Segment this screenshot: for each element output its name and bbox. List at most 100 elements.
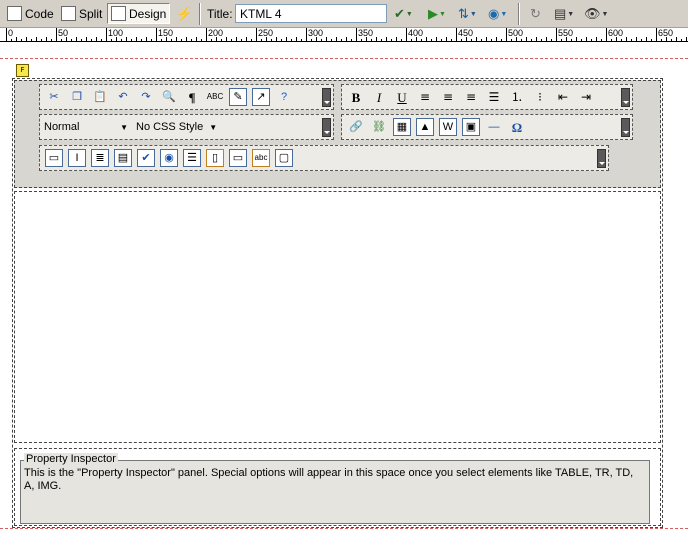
title-input[interactable] xyxy=(235,4,387,23)
outdent-icon[interactable]: ⇤ xyxy=(554,88,572,106)
file-field-icon[interactable]: ▯ xyxy=(206,149,224,167)
ruler-tick xyxy=(231,39,232,41)
spellcheck-icon[interactable]: ABC xyxy=(206,88,224,106)
table-icon[interactable]: ▦ xyxy=(393,118,411,136)
ruler-tick xyxy=(371,39,372,41)
button-icon[interactable]: ▭ xyxy=(229,149,247,167)
toolbar-grip-icon[interactable] xyxy=(322,88,331,107)
ordered-list-icon[interactable]: ⒈ xyxy=(508,88,526,106)
ruler-tick xyxy=(401,39,402,41)
visual-aids-icon[interactable]: 👁 ▼ xyxy=(584,5,608,23)
ruler-tick xyxy=(621,39,622,41)
toolbar-grip-icon[interactable] xyxy=(621,118,630,137)
align-center-icon[interactable]: ≡ xyxy=(439,88,457,106)
list-menu-icon[interactable]: ☰ xyxy=(183,149,201,167)
ruler-tick xyxy=(36,37,37,41)
clean-html-icon[interactable]: ✎ xyxy=(229,88,247,106)
special-character-icon[interactable]: Ω xyxy=(508,118,526,136)
ruler-tick xyxy=(426,37,427,41)
help-icon[interactable]: ? xyxy=(275,88,293,106)
design-view-button[interactable]: Design xyxy=(107,3,171,24)
find-icon[interactable]: 🔍 xyxy=(160,88,178,106)
bold-icon[interactable]: B xyxy=(347,88,365,106)
select-list-icon[interactable]: ▤ xyxy=(114,149,132,167)
split-view-icon xyxy=(61,6,76,21)
cut-icon[interactable]: ✂ xyxy=(45,88,63,106)
ruler-tick xyxy=(251,39,252,41)
ruler-tick xyxy=(531,39,532,41)
link-icon[interactable]: 🔗 xyxy=(347,118,365,136)
horizontal-rule-icon[interactable]: — xyxy=(485,118,503,136)
image-icon[interactable]: ▲ xyxy=(416,118,434,136)
design-canvas: F ✂ ❐ 📋 ↶ ↷ 🔍 ¶ ABC ✎ ↗ ? B I U ≡ ≡ ≡ ☰ … xyxy=(0,42,688,536)
undo-icon[interactable]: ↶ xyxy=(114,88,132,106)
align-left-icon[interactable]: ≡ xyxy=(416,88,434,106)
file-transfer-icon[interactable]: ⇅ ▼ xyxy=(458,5,477,23)
css-style-select[interactable]: No CSS Style ▼ xyxy=(136,118,222,136)
validate-icon[interactable]: ✔ ▼ xyxy=(394,5,413,23)
ruler-tick xyxy=(346,37,347,41)
live-data-icon[interactable]: ⚡ xyxy=(176,5,192,23)
ruler-tick xyxy=(46,37,47,41)
textarea-icon[interactable]: ≣ xyxy=(91,149,109,167)
ruler-label: 400 xyxy=(408,28,424,38)
align-right-icon[interactable]: ≡ xyxy=(462,88,480,106)
radio-button-icon[interactable]: ◉ xyxy=(160,149,178,167)
toolbar-grip-icon[interactable] xyxy=(597,149,606,168)
horizontal-ruler: 0 50 100 150 200 250 300 350 400 450 500 550 600 650 xyxy=(0,28,688,42)
ruler-tick xyxy=(561,39,562,41)
ruler-tick xyxy=(211,39,212,41)
ruler-tick xyxy=(611,39,612,41)
ruler-tick xyxy=(446,37,447,41)
form-marker-icon[interactable]: F xyxy=(16,64,29,77)
toolbar-grip-icon[interactable] xyxy=(621,88,630,107)
ruler-tick xyxy=(81,39,82,41)
toolbar-grip-icon[interactable] xyxy=(322,118,331,137)
ruler-tick xyxy=(286,37,287,41)
ruler-tick xyxy=(646,37,647,41)
ruler-tick xyxy=(26,37,27,41)
media-icon[interactable]: ▣ xyxy=(462,118,480,136)
refresh-icon[interactable]: ↻ xyxy=(530,5,541,23)
document-toolbar: Code Split Design ⚡ Title: ✔▼ ▶▼ ⇅▼ ◉▼ ↻… xyxy=(0,0,688,28)
paragraph-style-select[interactable]: Normal ▼ xyxy=(44,118,132,136)
ruler-tick xyxy=(221,39,222,41)
italic-icon[interactable]: I xyxy=(370,88,388,106)
redo-icon[interactable]: ↷ xyxy=(137,88,155,106)
code-view-button[interactable]: Code xyxy=(4,3,57,24)
unordered-list-icon[interactable]: ⁝ xyxy=(531,88,549,106)
ruler-tick xyxy=(276,37,277,41)
copy-icon[interactable]: ❐ xyxy=(68,88,86,106)
ruler-tick xyxy=(681,39,682,41)
ruler-tick xyxy=(536,37,537,41)
ruler-tick xyxy=(111,39,112,41)
ruler-label: 50 xyxy=(58,28,69,38)
view-options-icon[interactable]: ▤ ▼ xyxy=(554,5,574,23)
globe-icon[interactable]: ◉ ▼ xyxy=(488,5,507,23)
checkbox-icon[interactable]: ✔ xyxy=(137,149,155,167)
form-icon[interactable]: ▭ xyxy=(45,149,63,167)
editor-toolbar-panel: ✂ ❐ 📋 ↶ ↷ 🔍 ¶ ABC ✎ ↗ ? B I U ≡ ≡ ≡ ☰ ⒈ … xyxy=(14,80,661,188)
unlink-icon[interactable]: ⛓ xyxy=(370,118,388,136)
ruler-tick xyxy=(571,39,572,41)
ruler-tick xyxy=(431,39,432,41)
ruler-tick xyxy=(86,37,87,41)
editor-content-area[interactable] xyxy=(14,191,661,443)
underline-icon[interactable]: U xyxy=(393,88,411,106)
split-view-button[interactable]: Split xyxy=(58,3,105,24)
hidden-field-icon[interactable]: ▢ xyxy=(275,149,293,167)
ruler-tick xyxy=(191,39,192,41)
ruler-tick xyxy=(336,37,337,41)
word-paste-icon[interactable]: W xyxy=(439,118,457,136)
text-field-icon[interactable]: I xyxy=(68,149,86,167)
justify-icon[interactable]: ☰ xyxy=(485,88,503,106)
fullscreen-icon[interactable]: ↗ xyxy=(252,88,270,106)
preview-icon[interactable]: ▶ ▼ xyxy=(428,5,446,23)
ruler-tick xyxy=(351,39,352,41)
form-toolbar-strip: ▭ I ≣ ▤ ✔ ◉ ☰ ▯ ▭ abc ▢ xyxy=(39,145,609,171)
paragraph-marks-icon[interactable]: ¶ xyxy=(183,88,201,106)
label-icon[interactable]: abc xyxy=(252,149,270,167)
paste-icon[interactable]: 📋 xyxy=(91,88,109,106)
ruler-tick xyxy=(171,39,172,41)
indent-icon[interactable]: ⇥ xyxy=(577,88,595,106)
